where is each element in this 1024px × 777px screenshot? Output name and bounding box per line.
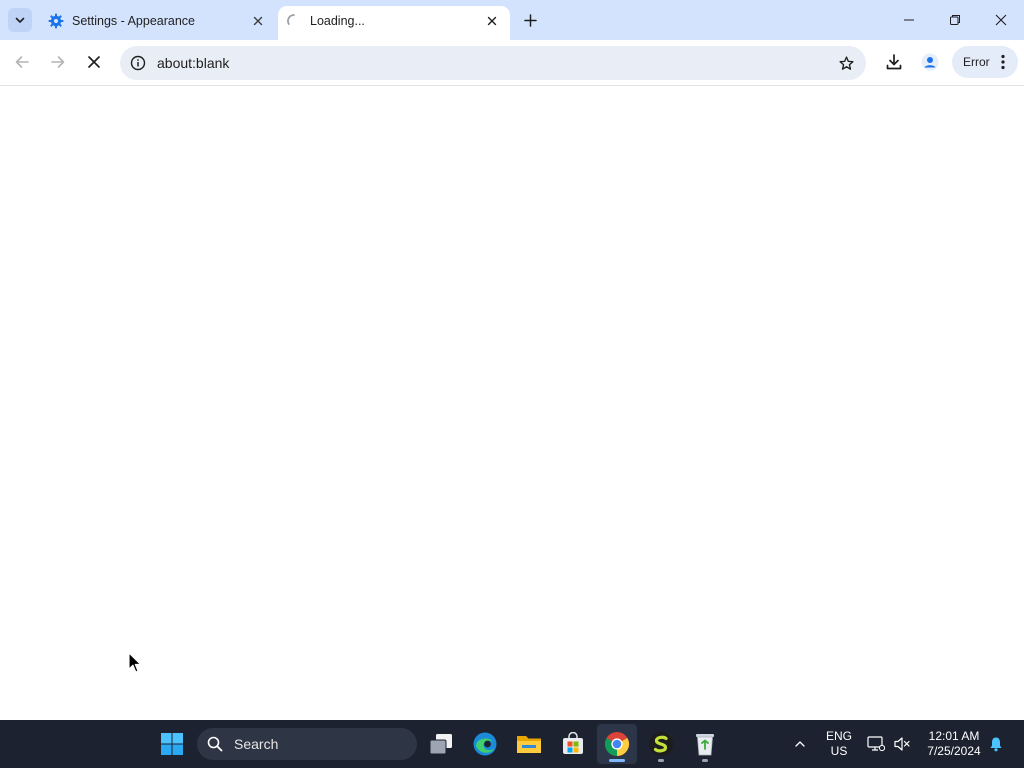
- close-tab-button[interactable]: [482, 11, 502, 31]
- s-app-icon: [649, 732, 673, 756]
- taskbar-edge[interactable]: [465, 724, 505, 764]
- tab-title: Loading...: [310, 14, 365, 28]
- tab-search-button[interactable]: [8, 8, 32, 32]
- taskbar-chrome[interactable]: [597, 724, 637, 764]
- store-bag-icon: [563, 732, 583, 754]
- arrow-right-icon: [51, 56, 65, 68]
- recycle-bin-icon: [696, 734, 714, 756]
- chevron-down-icon: [15, 17, 25, 23]
- error-chip-label: Error: [963, 55, 990, 69]
- avatar-icon: [921, 53, 939, 71]
- arrow-left-icon: [15, 56, 29, 68]
- mouse-pointer-icon: [128, 652, 142, 673]
- taskbar-recycle-bin[interactable]: [685, 724, 725, 764]
- minimize-icon: [904, 19, 914, 21]
- taskbar-search-box[interactable]: Search: [197, 728, 417, 760]
- close-icon: [253, 16, 263, 26]
- back-button[interactable]: [7, 47, 37, 77]
- chevron-up-icon: [795, 741, 805, 747]
- tab-title: Settings - Appearance: [72, 14, 195, 28]
- windows-taskbar: Search ENG US 12:01 AM 7/25/2024: [0, 720, 1024, 768]
- browser-toolbar: about:blank Error: [0, 40, 1024, 86]
- volume-muted-icon[interactable]: [892, 734, 912, 754]
- star-icon: [838, 55, 854, 70]
- close-icon: [487, 16, 497, 26]
- network-icon[interactable]: [866, 734, 886, 754]
- address-bar[interactable]: about:blank: [120, 46, 866, 80]
- restore-button[interactable]: [932, 0, 978, 40]
- search-label: Search: [234, 736, 279, 752]
- folder-icon: [517, 736, 541, 753]
- active-app-indicator: [609, 759, 625, 762]
- notifications-button[interactable]: [986, 734, 1006, 754]
- tab-strip: Settings - Appearance Loading...: [0, 0, 1024, 40]
- search-icon: [207, 736, 223, 752]
- page-content[interactable]: [0, 87, 1024, 720]
- clock[interactable]: 12:01 AM 7/25/2024: [918, 729, 990, 777]
- plus-icon: [523, 13, 537, 27]
- clock-time: 12:01 AM: [928, 729, 980, 743]
- bookmark-star-button[interactable]: [836, 53, 856, 73]
- more-options-icon[interactable]: [996, 53, 1010, 71]
- running-app-indicator: [658, 759, 664, 762]
- show-hidden-icons-button[interactable]: [790, 734, 810, 754]
- gear-icon: [48, 13, 64, 29]
- close-tab-button[interactable]: [248, 11, 268, 31]
- close-window-button[interactable]: [978, 0, 1024, 40]
- download-icon: [886, 54, 902, 70]
- taskbar-microsoft-store[interactable]: [553, 724, 593, 764]
- taskbar-file-explorer[interactable]: [509, 724, 549, 764]
- restore-icon: [950, 15, 960, 25]
- tab-loading[interactable]: Loading...: [278, 6, 510, 40]
- new-tab-button[interactable]: [518, 8, 542, 32]
- bell-icon: [990, 737, 1002, 752]
- taskbar-task-view[interactable]: [421, 724, 461, 764]
- tab-settings-appearance[interactable]: Settings - Appearance: [40, 6, 276, 40]
- address-text: about:blank: [157, 55, 230, 71]
- forward-button[interactable]: [43, 47, 73, 77]
- task-view-icon: [429, 734, 452, 755]
- downloads-button[interactable]: [880, 48, 908, 76]
- running-app-indicator: [702, 759, 708, 762]
- taskbar-app-s[interactable]: [641, 724, 681, 764]
- site-info-icon[interactable]: [128, 53, 148, 73]
- stop-loading-button[interactable]: [79, 47, 109, 77]
- close-icon: [995, 14, 1007, 26]
- profile-button[interactable]: [916, 48, 944, 76]
- minimize-button[interactable]: [886, 0, 932, 40]
- chrome-icon: [604, 732, 630, 756]
- close-icon: [88, 56, 100, 68]
- language-indicator[interactable]: ENG US: [822, 729, 856, 777]
- start-button[interactable]: [152, 724, 192, 764]
- clock-date: 7/25/2024: [927, 744, 981, 758]
- language-code: ENG: [825, 729, 852, 743]
- edge-browser-icon: [473, 732, 497, 756]
- profile-error-chip[interactable]: Error: [952, 46, 1018, 78]
- loading-spinner-icon: [286, 13, 302, 29]
- windows-logo-icon: [161, 733, 183, 755]
- language-region: US: [830, 744, 848, 758]
